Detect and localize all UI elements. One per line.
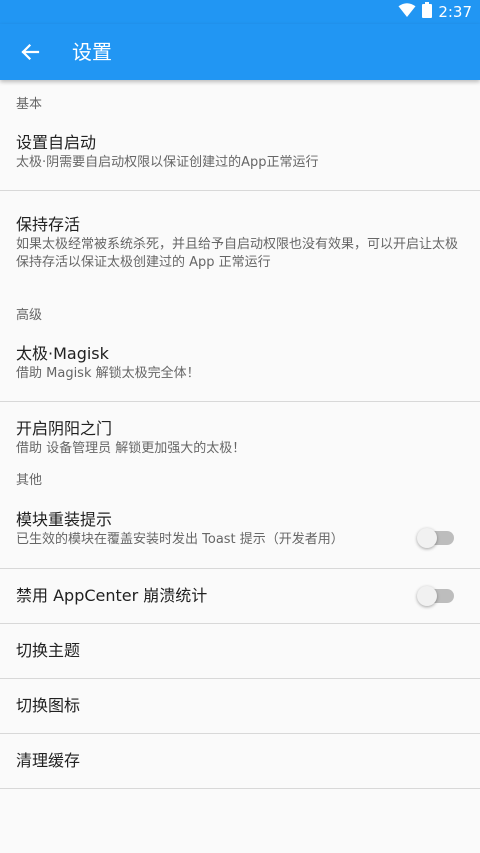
setting-clear-cache[interactable]: 清理缓存 bbox=[0, 734, 480, 789]
section-header-other: 其他 bbox=[16, 473, 43, 488]
status-time: 2:37 bbox=[438, 3, 472, 21]
section-header-advanced: 高级 bbox=[16, 308, 43, 323]
setting-module-reinstall[interactable]: 模块重装提示 已生效的模块在覆盖安装时发出 Toast 提示（开发者用） bbox=[0, 504, 480, 569]
arrow-back-icon bbox=[21, 43, 40, 61]
status-bar: 2:37 bbox=[0, 0, 480, 24]
setting-title: 太极·Magisk bbox=[16, 344, 109, 363]
setting-switch-icon[interactable]: 切换图标 bbox=[0, 679, 480, 734]
disable-appcenter-toggle[interactable] bbox=[417, 586, 454, 606]
setting-title: 模块重装提示 bbox=[16, 510, 113, 529]
setting-summary: 借助 设备管理员 解锁更加强大的太极！ bbox=[16, 441, 246, 456]
setting-keep-alive[interactable]: 保持存活 如果太极经常被系统杀死，并且给予自启动权限也没有效果，可以开启让太极保… bbox=[0, 214, 480, 291]
status-icons: 2:37 bbox=[398, 0, 472, 24]
setting-title: 保持存活 bbox=[16, 215, 81, 234]
battery-icon bbox=[422, 2, 433, 22]
setting-summary: 如果太极经常被系统杀死，并且给予自启动权限也没有效果，可以开启让太极保持存活以保… bbox=[16, 237, 459, 270]
setting-title: 设置自启动 bbox=[16, 133, 97, 152]
settings-list: 基本 设置自启动 太极·阴需要自启动权限以保证创建过的App正常运行 保持存活 … bbox=[0, 80, 480, 789]
toggle-thumb bbox=[417, 528, 437, 548]
setting-summary: 已生效的模块在覆盖安装时发出 Toast 提示（开发者用） bbox=[16, 532, 344, 547]
module-reinstall-toggle[interactable] bbox=[417, 528, 454, 548]
page-title: 设置 bbox=[72, 40, 112, 64]
setting-yinyang-gate[interactable]: 开启阴阳之门 借助 设备管理员 解锁更加强大的太极！ bbox=[0, 402, 480, 470]
back-button[interactable] bbox=[6, 28, 54, 76]
setting-summary: 借助 Magisk 解锁太极完全体！ bbox=[16, 366, 200, 381]
setting-magisk[interactable]: 太极·Magisk 借助 Magisk 解锁太极完全体！ bbox=[0, 343, 480, 402]
setting-title: 开启阴阳之门 bbox=[16, 419, 113, 438]
setting-title: 切换主题 bbox=[16, 641, 81, 660]
section-header-basic: 基本 bbox=[16, 97, 43, 112]
toggle-thumb bbox=[417, 586, 437, 606]
setting-disable-appcenter[interactable]: 禁用 AppCenter 崩溃统计 bbox=[0, 569, 480, 624]
wifi-icon bbox=[398, 2, 416, 22]
setting-title: 禁用 AppCenter 崩溃统计 bbox=[16, 586, 208, 605]
app-bar: 设置 bbox=[0, 24, 480, 80]
setting-title: 切换图标 bbox=[16, 696, 81, 715]
setting-summary: 太极·阴需要自启动权限以保证创建过的App正常运行 bbox=[16, 155, 319, 170]
setting-auto-start[interactable]: 设置自启动 太极·阴需要自启动权限以保证创建过的App正常运行 bbox=[0, 132, 480, 191]
setting-switch-theme[interactable]: 切换主题 bbox=[0, 624, 480, 679]
setting-title: 清理缓存 bbox=[16, 751, 81, 770]
